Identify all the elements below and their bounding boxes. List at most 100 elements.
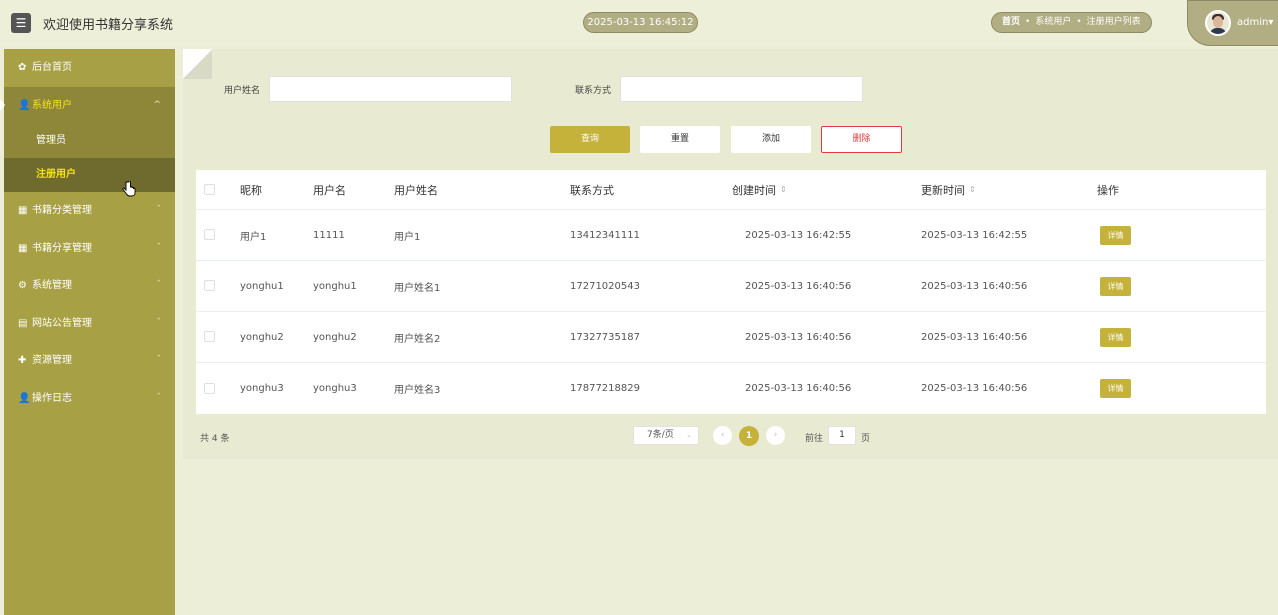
cell-nickname: yonghu1 <box>240 280 284 292</box>
goto-page-input[interactable]: 1 <box>828 426 856 445</box>
sidebar-item-book-share[interactable]: ▦ 书籍分享管理 ˇ <box>4 230 175 268</box>
grid-icon: ▦ <box>18 242 28 254</box>
sidebar-item-system-management[interactable]: ⚙ 系统管理 ˇ <box>4 267 175 305</box>
document-icon: ▤ <box>18 317 28 329</box>
menu-toggle-icon[interactable]: ☰ <box>11 13 31 33</box>
reset-button[interactable]: 重置 <box>640 126 720 153</box>
sort-icon[interactable]: ⇕ <box>969 185 976 194</box>
breadcrumb-current: 注册用户列表 <box>1086 17 1141 27</box>
cell-nickname: yonghu2 <box>240 331 284 343</box>
breadcrumb-system-users[interactable]: 系统用户 <box>1035 17 1071 27</box>
user-icon: 👤 <box>18 99 31 111</box>
column-header-nickname: 昵称 <box>240 183 262 197</box>
delete-button[interactable]: 删除 <box>821 126 902 153</box>
sidebar-item-label: 网站公告管理 <box>32 317 92 329</box>
datetime-badge: 2025-03-13 16:45:12 <box>583 12 698 33</box>
cell-created: 2025-03-13 16:40:56 <box>745 280 852 292</box>
prev-page-icon[interactable]: ‹ <box>713 426 732 445</box>
chevron-down-icon: ˇ <box>156 242 162 253</box>
sidebar-subitem-registered-users[interactable]: 注册用户 <box>4 158 175 192</box>
chevron-down-icon: ⌄ <box>686 431 692 439</box>
cell-contact: 17877218829 <box>570 383 640 394</box>
gear-icon: ⚙ <box>18 280 27 291</box>
sidebar: ✿ 后台首页 👤 系统用户 ^ 管理员 注册用户 ▦ 书籍分类管理 ˇ ▦ 书籍分享管理… <box>0 49 175 615</box>
column-header-updated[interactable]: 更新时间 ⇕ <box>921 170 976 209</box>
page-size-select[interactable]: 7条/页 ⌄ <box>633 426 699 445</box>
next-page-icon[interactable]: › <box>766 426 785 445</box>
avatar[interactable] <box>1205 10 1231 36</box>
cell-created: 2025-03-13 16:42:55 <box>745 229 852 241</box>
sidebar-item-label: 后台首页 <box>32 62 72 73</box>
breadcrumb-separator: • <box>1025 17 1031 27</box>
detail-button[interactable]: 详情 <box>1100 276 1131 296</box>
cell-contact: 17327735187 <box>570 331 640 343</box>
chevron-down-icon: ˇ <box>156 205 162 215</box>
detail-button[interactable]: 详情 <box>1100 225 1131 245</box>
column-header-actions: 操作 <box>1097 183 1119 197</box>
column-header-created[interactable]: 创建时间 ⇕ <box>732 170 787 209</box>
hand-cursor-icon <box>122 181 136 197</box>
cell-updated: 2025-03-13 16:40:56 <box>921 280 1028 292</box>
column-header-realname: 用户姓名 <box>394 183 438 197</box>
column-header-contact: 联系方式 <box>570 183 614 197</box>
search-name-input[interactable] <box>269 76 512 102</box>
cell-created: 2025-03-13 16:40:56 <box>745 331 852 343</box>
page-corner-decoration <box>183 49 212 79</box>
sidebar-item-book-category[interactable]: ▦ 书籍分类管理 ˇ <box>4 192 175 230</box>
user-name[interactable]: admin▾ <box>1237 17 1273 28</box>
total-count: 共 4 条 <box>200 434 230 444</box>
row-checkbox[interactable] <box>204 382 215 394</box>
goto-prefix: 前往 <box>805 434 824 444</box>
plus-circle-icon: ✚ <box>18 355 27 366</box>
table-row: 用户1 11111 用户1 13412341111 2025-03-13 16:… <box>196 210 1266 261</box>
sidebar-item-label: 操作日志 <box>32 392 72 404</box>
cell-username: 11111 <box>313 229 345 241</box>
search-contact-input[interactable] <box>620 76 863 102</box>
row-checkbox[interactable] <box>204 280 215 291</box>
user-menu[interactable]: admin▾ <box>1187 0 1278 46</box>
page-number-current[interactable]: 1 <box>739 426 759 446</box>
grid-icon: ▦ <box>18 205 28 216</box>
query-button[interactable]: 查询 <box>550 126 630 153</box>
select-all-checkbox[interactable] <box>204 183 215 195</box>
cell-username: yonghu3 <box>313 383 357 394</box>
row-checkbox[interactable] <box>204 229 215 240</box>
sidebar-item-operation-log[interactable]: 👤 操作日志 ˇ <box>4 380 175 418</box>
cell-contact: 17271020543 <box>570 280 640 292</box>
table-header: 昵称 用户名 用户姓名 联系方式 创建时间 ⇕ 更新时间 ⇕ 操作 <box>196 170 1266 210</box>
chevron-down-icon: ˇ <box>156 392 162 403</box>
table-row: yonghu1 yonghu1 用户姓名1 17271020543 2025-0… <box>196 261 1266 312</box>
sidebar-item-label: 书籍分类管理 <box>32 205 92 216</box>
chevron-up-icon: ^ <box>153 99 161 110</box>
search-name-label: 用户姓名 <box>224 86 261 96</box>
cell-realname: 用户1 <box>394 231 421 243</box>
chevron-down-icon: ˇ <box>156 355 162 365</box>
cell-nickname: 用户1 <box>240 231 267 243</box>
breadcrumb-home[interactable]: 首页 <box>1002 17 1020 27</box>
row-checkbox[interactable] <box>204 331 215 342</box>
add-button[interactable]: 添加 <box>731 126 811 153</box>
cell-username: yonghu2 <box>313 331 357 343</box>
detail-button[interactable]: 详情 <box>1100 379 1131 398</box>
sidebar-item-resources[interactable]: ✚ 资源管理 ˇ <box>4 342 175 380</box>
sidebar-item-system-users[interactable]: 👤 系统用户 ^ <box>0 86 175 124</box>
sidebar-subitem-admin[interactable]: 管理员 <box>4 124 175 158</box>
user-icon: 👤 <box>18 392 31 404</box>
main-content: 用户姓名 联系方式 查询 重置 添加 删除 昵称 用户名 用户姓名 联系方式 创… <box>183 49 1278 459</box>
detail-button[interactable]: 详情 <box>1100 327 1131 347</box>
sort-icon[interactable]: ⇕ <box>780 185 787 194</box>
breadcrumb: 首页 • 系统用户 • 注册用户列表 <box>991 12 1152 33</box>
chevron-down-icon: ▾ <box>1268 17 1274 28</box>
chevron-down-icon: ˇ <box>156 317 162 328</box>
app-title: 欢迎使用书籍分享系统 <box>43 18 174 33</box>
cell-updated: 2025-03-13 16:40:56 <box>921 331 1028 343</box>
sidebar-item-label: 资源管理 <box>32 355 72 366</box>
chevron-down-icon: ˇ <box>156 280 162 290</box>
sidebar-item-label: 系统管理 <box>32 280 72 291</box>
top-header: ☰ 欢迎使用书籍分享系统 2025-03-13 16:45:12 首页 • 系统用户… <box>0 0 1278 46</box>
cell-username: yonghu1 <box>313 280 357 292</box>
cell-contact: 13412341111 <box>570 229 640 241</box>
cell-realname: 用户姓名1 <box>394 282 441 294</box>
sidebar-item-announcements[interactable]: ▤ 网站公告管理 ˇ <box>4 305 175 343</box>
sidebar-item-dashboard[interactable]: ✿ 后台首页 <box>4 49 175 87</box>
